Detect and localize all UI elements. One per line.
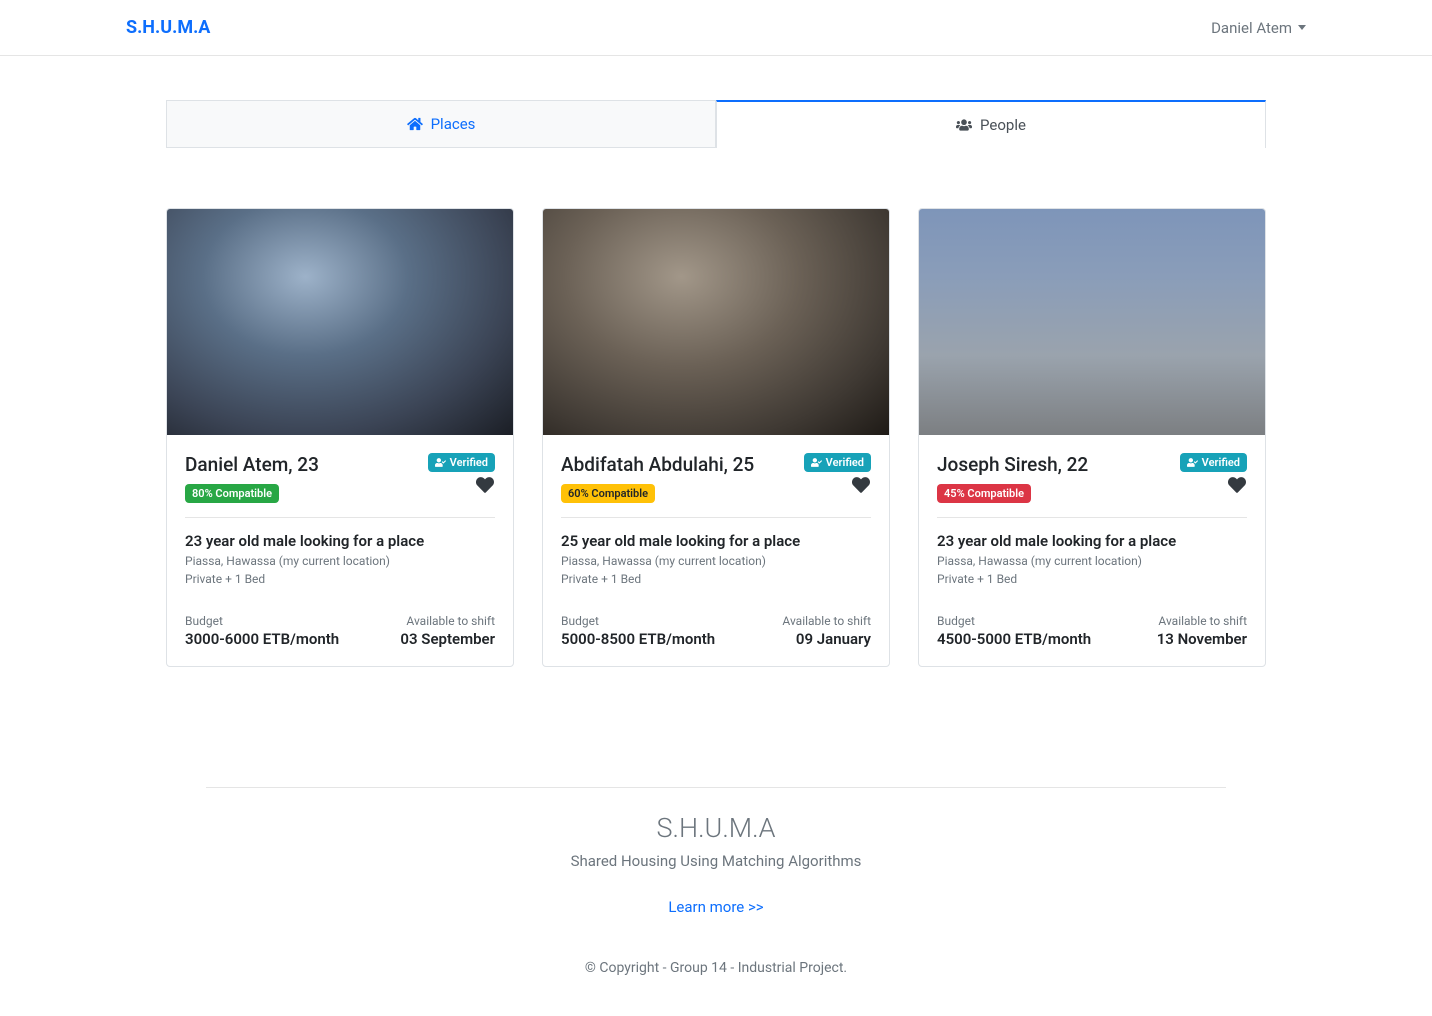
verified-label: Verified	[1202, 456, 1240, 469]
verified-badge: Verified	[804, 453, 871, 472]
verified-badge: Verified	[428, 453, 495, 472]
available-label: Available to shift	[1157, 614, 1247, 628]
heart-icon	[1227, 479, 1247, 498]
compatibility-badge: 60% Compatible	[561, 484, 655, 503]
footer-learn-more-link[interactable]: Learn more >>	[0, 898, 1432, 916]
person-name: Daniel Atem, 23	[185, 453, 319, 476]
tab-places-label: Places	[431, 115, 476, 133]
available-value: 03 September	[400, 630, 495, 648]
tab-places[interactable]: Places	[166, 100, 716, 148]
available-value: 13 November	[1157, 630, 1247, 648]
available-label: Available to shift	[782, 614, 871, 628]
compatibility-badge: 80% Compatible	[185, 484, 279, 503]
cards-grid: Daniel Atem, 23 80% Compatible Verified 23…	[166, 208, 1266, 667]
caret-down-icon	[1298, 25, 1306, 30]
person-desc: 23 year old male looking for a place	[185, 532, 495, 550]
person-card[interactable]: Joseph Siresh, 22 45% Compatible Verified…	[918, 208, 1266, 667]
card-image	[167, 209, 513, 435]
person-desc: 23 year old male looking for a place	[937, 532, 1247, 550]
person-location: Piassa, Hawassa (my current location)	[561, 554, 871, 568]
available-value: 09 January	[782, 630, 871, 648]
person-desc: 25 year old male looking for a place	[561, 532, 871, 550]
budget-label: Budget	[185, 614, 339, 628]
heart-icon	[475, 479, 495, 498]
footer-title: S.H.U.M.A	[0, 812, 1432, 844]
heart-icon	[851, 479, 871, 498]
person-name: Joseph Siresh, 22	[937, 453, 1088, 476]
budget-value: 4500-5000 ETB/month	[937, 630, 1091, 648]
person-card[interactable]: Abdifatah Abdulahi, 25 60% Compatible Ver…	[542, 208, 890, 667]
footer: S.H.U.M.A Shared Housing Using Matching …	[0, 787, 1432, 1016]
user-menu-dropdown[interactable]: Daniel Atem	[1211, 19, 1306, 37]
person-room: Private + 1 Bed	[937, 572, 1247, 586]
favorite-button[interactable]	[1180, 476, 1247, 498]
card-image	[919, 209, 1265, 435]
budget-value: 5000-8500 ETB/month	[561, 630, 715, 648]
brand-logo[interactable]: S.H.U.M.A	[126, 17, 210, 38]
footer-copyright: © Copyright - Group 14 - Industrial Proj…	[0, 960, 1432, 976]
budget-value: 3000-6000 ETB/month	[185, 630, 339, 648]
house-icon	[407, 117, 423, 131]
favorite-button[interactable]	[428, 476, 495, 498]
tab-people[interactable]: People	[716, 100, 1266, 148]
verified-badge: Verified	[1180, 453, 1247, 472]
verified-label: Verified	[450, 456, 488, 469]
compatibility-badge: 45% Compatible	[937, 484, 1031, 503]
budget-label: Budget	[937, 614, 1091, 628]
tabs: Places People	[166, 100, 1266, 148]
footer-sub: Shared Housing Using Matching Algorithms	[0, 852, 1432, 870]
person-location: Piassa, Hawassa (my current location)	[185, 554, 495, 568]
available-label: Available to shift	[400, 614, 495, 628]
budget-label: Budget	[561, 614, 715, 628]
user-name: Daniel Atem	[1211, 19, 1292, 37]
favorite-button[interactable]	[804, 476, 871, 498]
card-image	[543, 209, 889, 435]
person-room: Private + 1 Bed	[561, 572, 871, 586]
person-room: Private + 1 Bed	[185, 572, 495, 586]
person-name: Abdifatah Abdulahi, 25	[561, 453, 754, 476]
person-card[interactable]: Daniel Atem, 23 80% Compatible Verified 23…	[166, 208, 514, 667]
verified-label: Verified	[826, 456, 864, 469]
users-icon	[956, 118, 972, 132]
person-location: Piassa, Hawassa (my current location)	[937, 554, 1247, 568]
navbar: S.H.U.M.A Daniel Atem	[0, 0, 1432, 56]
tab-people-label: People	[980, 116, 1026, 134]
